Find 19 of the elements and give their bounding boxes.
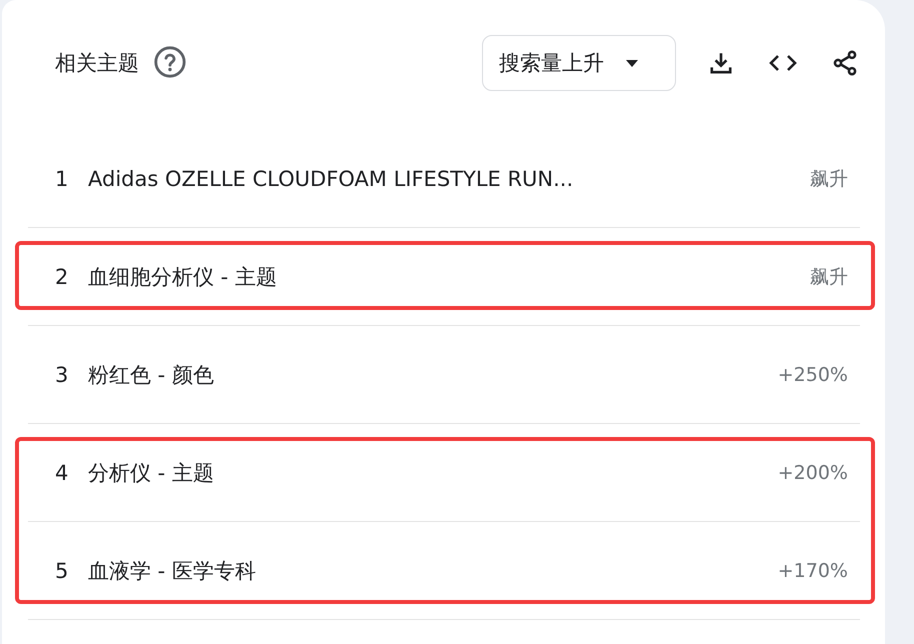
rank-number: 1 [55,166,70,190]
topic-link[interactable]: 血细胞分析仪 - 主题 [88,262,277,290]
caret-icon [626,60,638,66]
rise-value: +250% [778,364,848,386]
widget-title: 相关主题 [55,50,139,77]
help-icon[interactable] [153,45,187,79]
rank-number: 3 [55,362,70,386]
rise-value: +200% [778,462,848,484]
topic-link[interactable]: Adidas OZELLE CLOUDFOAM LIFESTYLE RUN... [88,166,574,190]
rise-value: 飙升 [810,264,848,290]
rank-number: 4 [55,460,70,484]
topic-link[interactable]: 粉红色 - 颜色 [88,360,214,388]
rank-number: 2 [55,264,70,288]
topic-link[interactable]: 血液学 - 医学专科 [88,556,256,584]
rise-value: +170% [778,560,848,582]
topic-link[interactable]: 分析仪 - 主题 [88,458,214,486]
sort-dropdown[interactable]: 搜索量上升 [482,35,676,91]
rank-number: 5 [55,558,70,582]
rise-value: 飙升 [810,166,848,192]
